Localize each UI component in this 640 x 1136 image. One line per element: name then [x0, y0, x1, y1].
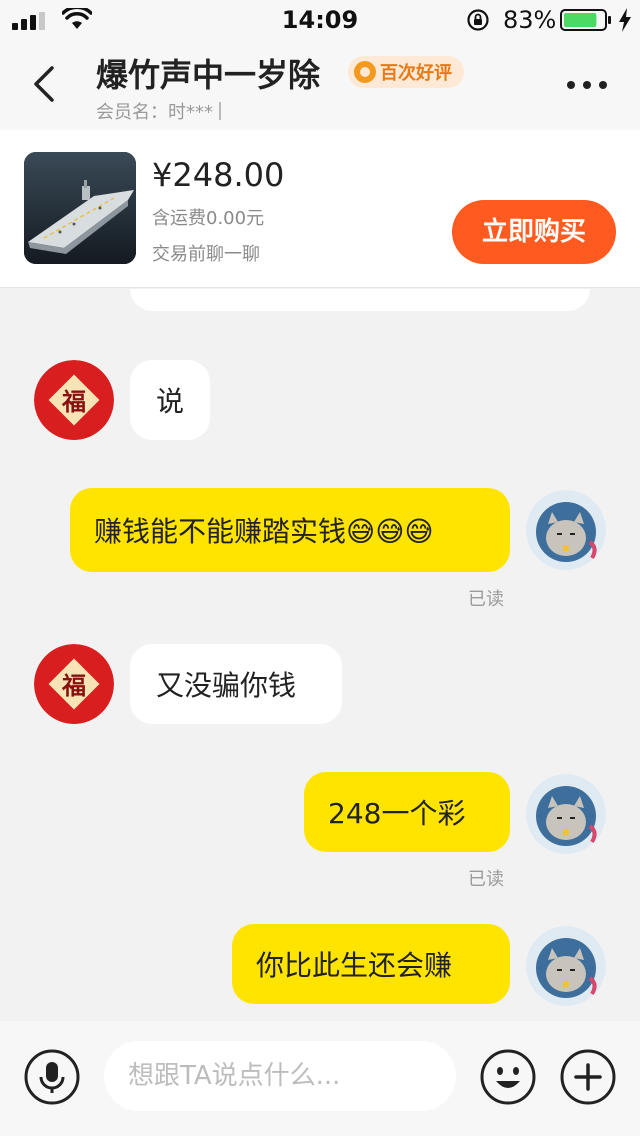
message-bubble[interactable]: 赚钱能不能赚踏实钱😅😅😅	[70, 488, 510, 572]
svg-text:福: 福	[61, 387, 86, 416]
member-name: 会员名：时***	[96, 98, 221, 124]
product-thumbnail[interactable]	[24, 152, 136, 264]
cat-avatar-image	[526, 774, 606, 854]
message-text: 说	[156, 385, 185, 418]
read-status: 已读	[468, 589, 504, 610]
divider	[219, 102, 221, 120]
product-price: ¥248.00	[152, 156, 285, 194]
read-status: 已读	[468, 869, 504, 890]
my-avatar[interactable]	[526, 490, 606, 570]
status-bar: 14:09 83%	[0, 0, 640, 40]
plus-icon[interactable]	[560, 1049, 616, 1105]
message-bubble[interactable]: 你比此生还会赚	[232, 924, 510, 1004]
svg-text:福: 福	[61, 671, 86, 700]
member-label: 会员名：时***	[96, 102, 213, 123]
my-avatar[interactable]	[526, 926, 606, 1006]
cat-avatar-image	[526, 490, 606, 570]
seller-name[interactable]: 爆竹声中一岁除	[96, 50, 320, 96]
message-bubble[interactable]: 248一个彩	[304, 772, 510, 852]
badge-label: 百次好评	[380, 63, 452, 84]
medal-icon	[354, 61, 376, 83]
emoji-icon[interactable]	[480, 1049, 536, 1105]
message-bubble[interactable]: 说	[130, 360, 211, 440]
message-bubble[interactable]: 又没骗你钱	[130, 644, 342, 724]
cat-avatar-image	[526, 926, 606, 1006]
chat-header: 爆竹声中一岁除 百次好评 会员名：时***	[0, 40, 640, 130]
message-text: 248一个彩	[328, 797, 466, 830]
my-avatar[interactable]	[526, 774, 606, 854]
seller-avatar[interactable]: 福	[34, 644, 114, 724]
aircraft-carrier-image	[24, 152, 136, 264]
microphone-icon[interactable]	[24, 1049, 80, 1105]
message-text: 你比此生还会赚	[256, 949, 453, 982]
more-dots-icon[interactable]	[562, 70, 612, 100]
battery-percent: 83%	[503, 6, 557, 34]
message-text: 赚钱能不能赚踏实钱😅😅😅	[94, 515, 434, 548]
orientation-lock-icon	[467, 9, 489, 31]
chat-hint: 交易前聊一聊	[152, 244, 260, 265]
message-text: 又没骗你钱	[156, 669, 297, 702]
input-bar	[0, 1021, 640, 1136]
buy-now-button[interactable]: 立即购买	[452, 200, 616, 264]
message-input[interactable]	[104, 1041, 456, 1111]
seller-avatar[interactable]: 福	[34, 360, 114, 440]
fu-avatar-image: 福	[34, 360, 114, 440]
shipping-info: 含运费0.00元	[152, 208, 265, 229]
product-card[interactable]: ¥248.00 含运费0.00元 交易前聊一聊 立即购买	[0, 130, 640, 288]
battery-icon	[560, 9, 611, 31]
back-arrow-icon[interactable]	[24, 62, 68, 106]
charging-bolt-icon	[619, 8, 631, 32]
rating-badge: 百次好评	[348, 56, 464, 88]
previous-message-bubble	[130, 289, 590, 311]
chat-history[interactable]: 福 说 赚钱能不能赚踏实钱😅😅😅 已读 福 又没骗你钱 248一个彩 已读 你比…	[0, 289, 640, 1021]
fu-avatar-image: 福	[34, 644, 114, 724]
